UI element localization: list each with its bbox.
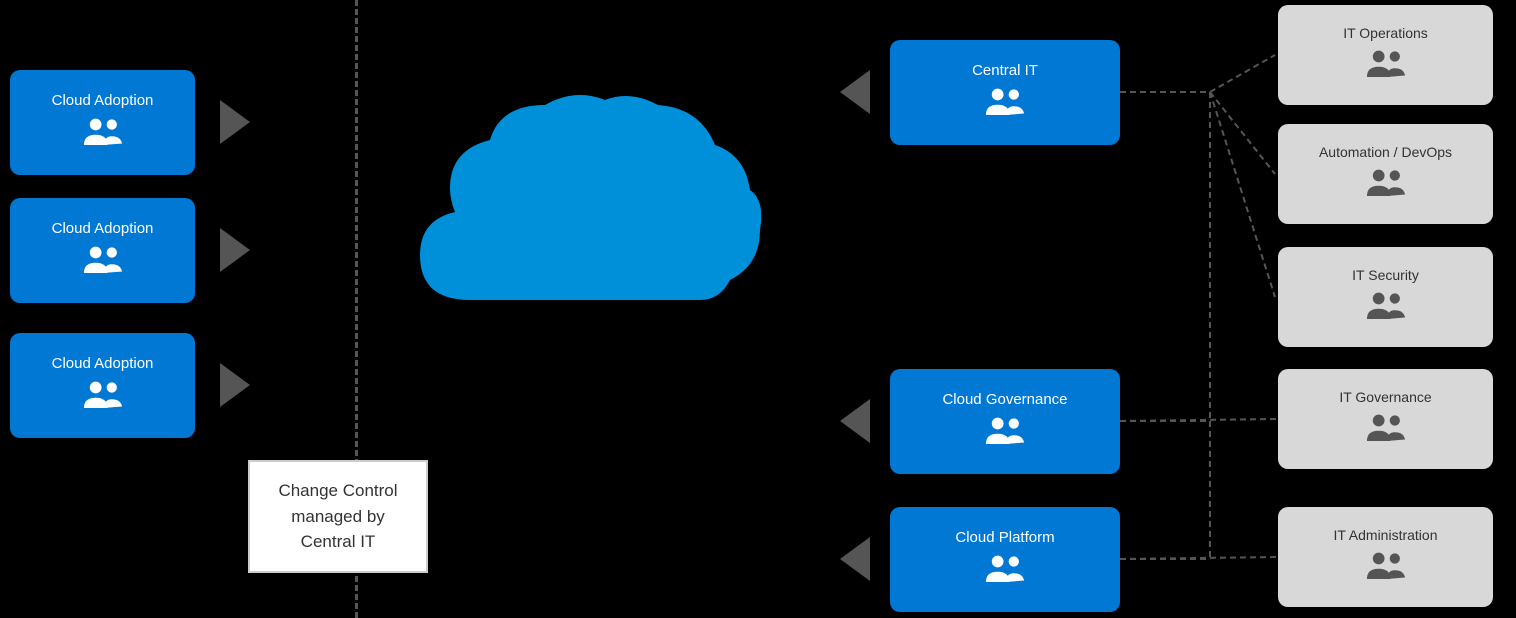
- cloud-governance-label: Cloud Governance: [942, 391, 1067, 408]
- people-icon-2: [81, 243, 125, 281]
- arrow-cloud-to-platform: [840, 537, 870, 581]
- cloud-adoption-1-label: Cloud Adoption: [52, 92, 154, 109]
- people-icon-security: [1364, 289, 1408, 327]
- cloud-svg: [390, 80, 770, 360]
- arrow-1: [220, 100, 250, 144]
- it-security-label: IT Security: [1352, 267, 1419, 283]
- it-governance-label: IT Governance: [1339, 389, 1431, 405]
- cloud-adoption-box-2: Cloud Adoption: [10, 198, 195, 303]
- arrow-cloud-to-central: [840, 70, 870, 114]
- people-icon-1: [81, 115, 125, 153]
- change-control-text: Change Control managed by Central IT: [278, 481, 397, 551]
- it-operations-box: IT Operations: [1278, 5, 1493, 105]
- people-icon-devops: [1364, 166, 1408, 204]
- automation-devops-label: Automation / DevOps: [1319, 144, 1452, 160]
- it-administration-box: IT Administration: [1278, 507, 1493, 607]
- it-operations-label: IT Operations: [1343, 25, 1428, 41]
- it-security-box: IT Security: [1278, 247, 1493, 347]
- it-administration-label: IT Administration: [1333, 527, 1437, 543]
- change-control-box: Change Control managed by Central IT: [248, 460, 428, 573]
- cloud-adoption-box-3: Cloud Adoption: [10, 333, 195, 438]
- people-icon-admin: [1364, 549, 1408, 587]
- cloud-platform-label: Cloud Platform: [955, 529, 1054, 546]
- people-icon-platform: [983, 552, 1027, 590]
- people-icon-central: [983, 85, 1027, 123]
- automation-devops-box: Automation / DevOps: [1278, 124, 1493, 224]
- cloud-shape: [390, 80, 770, 365]
- arrow-cloud-to-governance: [840, 399, 870, 443]
- diagram: Cloud Adoption Cloud Adoption Cloud Adop…: [0, 0, 1516, 618]
- people-icon-3: [81, 378, 125, 416]
- cloud-adoption-box-1: Cloud Adoption: [10, 70, 195, 175]
- people-icon-it-ops: [1364, 47, 1408, 85]
- cloud-adoption-3-label: Cloud Adoption: [52, 355, 154, 372]
- people-icon-governance: [983, 414, 1027, 452]
- arrow-3: [220, 363, 250, 407]
- cloud-adoption-2-label: Cloud Adoption: [52, 220, 154, 237]
- cloud-platform-box: Cloud Platform: [890, 507, 1120, 612]
- people-icon-it-gov: [1364, 411, 1408, 449]
- central-it-label: Central IT: [972, 62, 1038, 79]
- it-governance-box: IT Governance: [1278, 369, 1493, 469]
- arrow-2: [220, 228, 250, 272]
- cloud-governance-box: Cloud Governance: [890, 369, 1120, 474]
- central-it-box: Central IT: [890, 40, 1120, 145]
